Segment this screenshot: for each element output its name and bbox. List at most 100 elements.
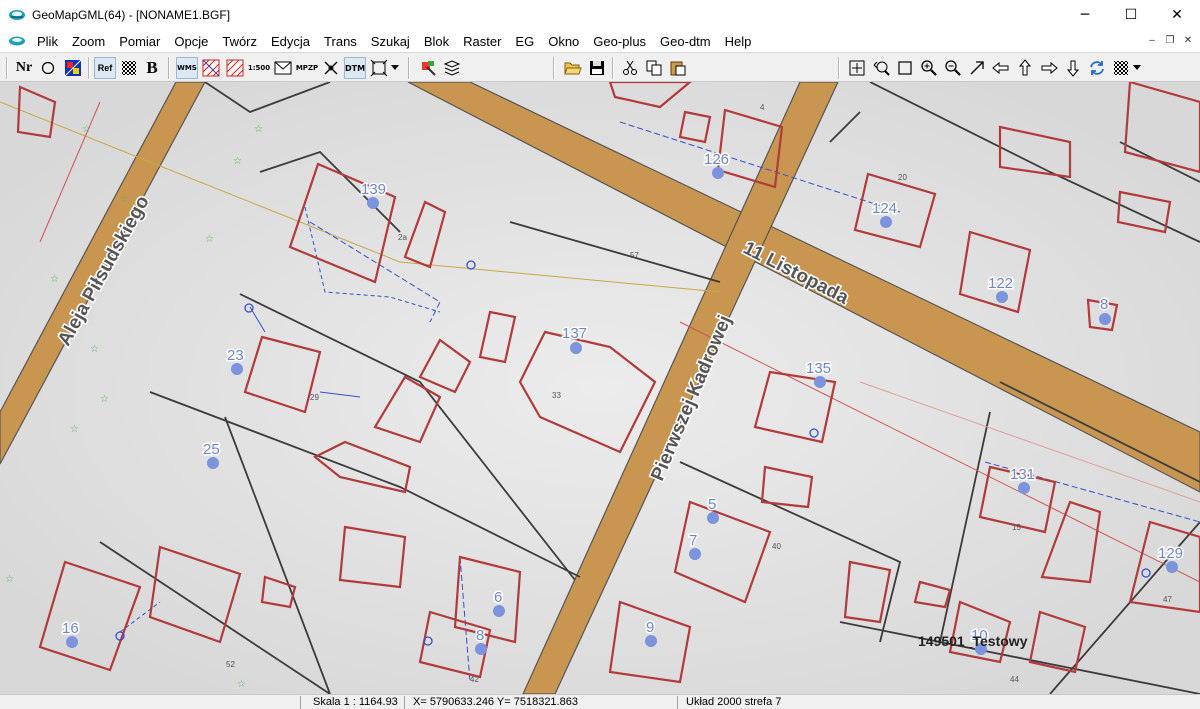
zoom-previous-button[interactable] [870, 57, 892, 79]
circle-tool-button[interactable] [37, 57, 59, 79]
menu-opcje[interactable]: Opcje [167, 34, 215, 49]
plot-label: 25 [203, 441, 220, 458]
app-window: GeoMapGML(64) - [NONAME1.BGF] ─ ☐ ✕ Plik… [0, 0, 1200, 709]
menu-zoom[interactable]: Zoom [65, 34, 112, 49]
open-file-button[interactable] [562, 57, 584, 79]
menu-blok[interactable]: Blok [417, 34, 456, 49]
refresh-button[interactable] [1086, 57, 1108, 79]
frame-dropdown-button[interactable] [388, 57, 402, 79]
status-divider [677, 696, 678, 709]
pan-up-button[interactable] [1014, 57, 1036, 79]
cut-button[interactable] [619, 57, 641, 79]
pan-diagonal-button[interactable] [966, 57, 988, 79]
map-drawing[interactable]: ☆ ☆☆ ☆☆☆ ☆☆☆ ☆☆ Aleja Piłsudskiego 11 Li… [0, 82, 1200, 694]
menu-okno[interactable]: Okno [541, 34, 586, 49]
scale-readout: Skala 1 : 1164.93 [313, 696, 398, 708]
toolbar: Nr Ref B WMS 1:500 MPZP DTM [0, 52, 1200, 82]
hatch-cross-icon [226, 59, 244, 77]
minimize-button[interactable]: ─ [1062, 0, 1108, 30]
zoom-back-icon [873, 61, 890, 76]
small-label: 4 [760, 103, 765, 112]
scissors-icon [623, 60, 637, 75]
zoom-extents-icon [849, 60, 865, 76]
arrow-up-right-icon [970, 61, 984, 75]
plot-label: 124 [872, 200, 897, 217]
status-divider [404, 696, 405, 709]
bold-button[interactable]: B [141, 57, 163, 79]
small-label: 52 [226, 660, 235, 669]
toolbar-separator [408, 57, 410, 79]
mdi-minimize-button[interactable]: – [1144, 33, 1160, 48]
menu-geo-dtm[interactable]: Geo-dtm [653, 34, 718, 49]
status-divider [300, 696, 301, 709]
numbering-button[interactable]: Nr [13, 57, 35, 79]
menu-raster[interactable]: Raster [456, 34, 508, 49]
copy-button[interactable] [643, 57, 665, 79]
close-button[interactable]: ✕ [1154, 0, 1200, 30]
app-logo-icon [9, 10, 25, 20]
layers-button[interactable] [441, 57, 463, 79]
zoom-out-button[interactable] [942, 57, 964, 79]
envelope-button[interactable] [272, 57, 294, 79]
circle-icon [41, 61, 55, 75]
mdi-close-button[interactable]: ✕ [1180, 33, 1196, 48]
status-bar: Skala 1 : 1164.93 X= 5790633.246 Y= 7518… [0, 694, 1200, 709]
scale-500-button[interactable]: 1:500 [248, 57, 270, 79]
plot-label: 129 [1158, 545, 1183, 562]
checker-raster-button[interactable] [118, 57, 140, 79]
dtm-button[interactable]: DTM [344, 57, 366, 79]
wizard-button[interactable] [417, 57, 439, 79]
hatch-red-button[interactable] [200, 57, 222, 79]
small-label: 44 [1010, 675, 1019, 684]
document-icon [9, 36, 25, 46]
color-fill-button[interactable] [62, 57, 84, 79]
floppy-disk-icon [590, 61, 604, 75]
small-label: 57 [630, 251, 639, 260]
menu-tworz[interactable]: Twórz [215, 34, 264, 49]
menu-trans[interactable]: Trans [317, 34, 364, 49]
plot-label: 23 [227, 347, 244, 364]
zoom-in-button[interactable] [918, 57, 940, 79]
toolbar-separator [612, 57, 614, 79]
menu-eg[interactable]: EG [508, 34, 541, 49]
menu-geo-plus[interactable]: Geo-plus [586, 34, 653, 49]
pan-right-button[interactable] [1038, 57, 1060, 79]
menu-szukaj[interactable]: Szukaj [364, 34, 417, 49]
plot-label: 9 [646, 619, 654, 636]
arrow-left-icon [992, 61, 1009, 75]
menu-edycja[interactable]: Edycja [264, 34, 317, 49]
mdi-restore-button[interactable]: ❐ [1162, 33, 1178, 48]
raster-checker-button[interactable] [1110, 57, 1132, 79]
svg-text:☆: ☆ [233, 156, 242, 167]
plot-label: 6 [494, 589, 502, 606]
menu-help[interactable]: Help [718, 34, 759, 49]
save-button[interactable] [586, 57, 608, 79]
menu-pomiar[interactable]: Pomiar [112, 34, 167, 49]
raster-dropdown-button[interactable] [1130, 57, 1144, 79]
plot-label: 131 [1010, 466, 1035, 483]
object-label: 149501_Testowy [918, 633, 1028, 649]
small-label: 29 [310, 393, 319, 402]
maximize-button[interactable]: ☐ [1108, 0, 1154, 30]
paste-button[interactable] [667, 57, 689, 79]
svg-text:☆: ☆ [70, 424, 79, 435]
zoom-window-button[interactable] [894, 57, 916, 79]
toolbar-separator [553, 57, 555, 79]
coordinate-readout: X= 5790633.246 Y= 7518321.863 [413, 696, 578, 708]
plot-label: 122 [988, 275, 1013, 292]
pan-down-button[interactable] [1062, 57, 1084, 79]
mpzp-button[interactable]: MPZP [296, 57, 318, 79]
zoom-extents-button[interactable] [846, 57, 868, 79]
plot-label: 126 [704, 151, 729, 168]
cross-arrows-button[interactable] [320, 57, 342, 79]
clipboard-icon [670, 61, 686, 76]
envelope-icon [274, 61, 292, 75]
frame-button[interactable] [368, 57, 390, 79]
reference-button[interactable]: Ref [94, 57, 116, 79]
menu-plik[interactable]: Plik [30, 34, 65, 49]
pan-left-button[interactable] [990, 57, 1012, 79]
toolbar-separator [6, 57, 8, 79]
hatch-cross-button[interactable] [224, 57, 246, 79]
map-canvas[interactable]: ☆☆☆ ☆☆☆ ☆☆☆ ☆☆ Aleja Piłsudskiego [0, 82, 1200, 694]
wms-button[interactable]: WMS [176, 57, 198, 79]
